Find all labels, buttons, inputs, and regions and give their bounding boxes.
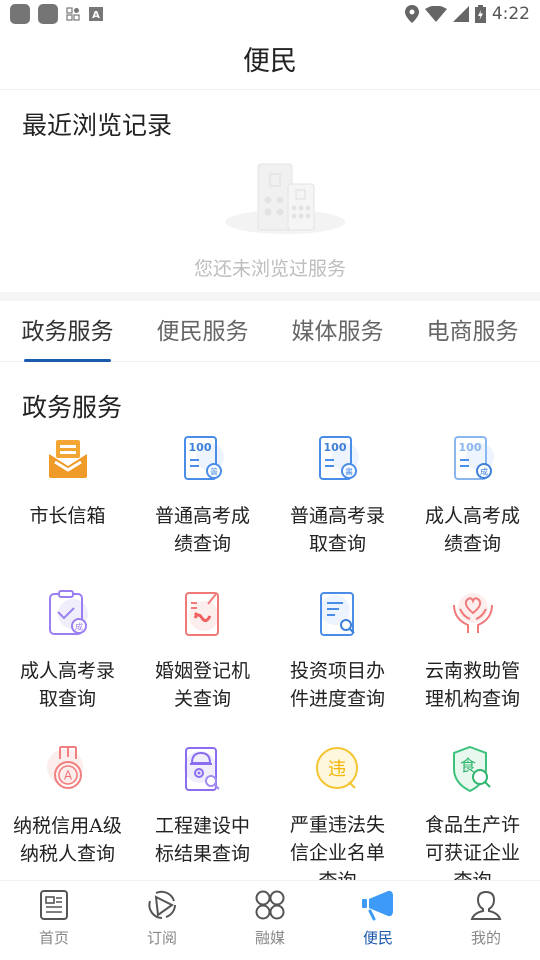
svg-text:100: 100	[323, 441, 346, 454]
svg-text:违: 违	[328, 759, 346, 780]
nav-convenience[interactable]: 便民	[324, 881, 432, 960]
service-item[interactable]: 100 書 普通高考录取查询	[270, 430, 405, 585]
service-grid: 市长信箱 100 普 普通高考成绩查询 100 書 普通高考录取查询 100 成 成人…	[0, 430, 540, 895]
page-title: 便民	[243, 46, 297, 77]
adult-exam-score-icon: 100 成	[448, 434, 498, 484]
service-item[interactable]: 成 成人高考录取查询	[0, 585, 135, 740]
subscribe-icon	[148, 890, 176, 919]
svg-text:100: 100	[188, 441, 211, 454]
notification-icon	[38, 4, 58, 24]
empty-buildings-illustration	[225, 163, 345, 234]
wifi-icon	[424, 6, 447, 22]
svg-text:成: 成	[75, 622, 83, 632]
service-item[interactable]: 食 食品生产许可获证企业查询	[405, 740, 540, 895]
nav-mine[interactable]: 我的	[432, 881, 540, 960]
service-item[interactable]: 投资项目办件进度查询	[270, 585, 405, 740]
service-item[interactable]: 100 成 成人高考成绩查询	[405, 430, 540, 585]
svg-text:100: 100	[458, 441, 481, 454]
service-item[interactable]: A 纳税信用A级纳税人查询	[0, 740, 135, 895]
section-title: 政务服务	[22, 393, 123, 422]
tab-convenience-services[interactable]: 便民服务	[135, 301, 270, 361]
nav-label: 我的	[470, 929, 501, 947]
location-icon	[404, 5, 419, 23]
helping-hands-heart-icon	[448, 589, 498, 639]
medal-a-icon: A	[43, 744, 93, 794]
keyboard-a-icon: A	[89, 7, 103, 21]
recent-title: 最近浏览记录	[22, 111, 173, 140]
nav-label: 融媒	[254, 929, 285, 947]
apps-icon	[66, 7, 80, 21]
battery-icon	[474, 5, 486, 23]
nav-label: 订阅	[146, 929, 177, 947]
clock: 4:22	[491, 4, 530, 24]
service-tabs: 政务服务 便民服务 媒体服务 电商服务	[0, 301, 540, 362]
construction-helmet-search-icon	[178, 744, 228, 794]
bottom-nav: 首页 订阅 融媒 便民 我的	[0, 880, 540, 960]
service-label: 普通高考成绩查询	[154, 505, 250, 555]
food-shield-search-icon: 食	[448, 744, 498, 793]
recent-browsing-section: 最近浏览记录 您还未浏览过服务	[0, 90, 540, 292]
marriage-registration-icon	[178, 589, 228, 639]
service-label: 市长信箱	[29, 505, 106, 527]
document-search-icon	[313, 589, 363, 639]
adult-exam-admission-icon: 成	[43, 589, 93, 639]
megaphone-icon	[362, 890, 393, 921]
nav-media[interactable]: 融媒	[216, 881, 324, 960]
service-label: 普通高考录取查询	[289, 505, 385, 555]
news-icon	[40, 890, 68, 920]
nav-home[interactable]: 首页	[0, 881, 108, 960]
notification-icon	[10, 4, 30, 24]
user-icon	[470, 890, 502, 920]
mailbox-icon	[43, 434, 93, 484]
grid-four-icon	[255, 890, 285, 920]
tab-media-services[interactable]: 媒体服务	[270, 301, 405, 361]
service-label: 工程建设中标结果查询	[154, 815, 250, 865]
service-label: 成人高考录取查询	[19, 660, 115, 710]
signal-icon	[452, 6, 469, 22]
service-item[interactable]: 市长信箱	[0, 430, 135, 585]
service-label: 投资项目办件进度查询	[289, 660, 385, 710]
service-item[interactable]: 100 普 普通高考成绩查询	[135, 430, 270, 585]
service-label: 纳税信用A级纳税人查询	[13, 815, 122, 865]
service-label: 婚姻登记机关查询	[154, 660, 250, 710]
service-item[interactable]: 婚姻登记机关查询	[135, 585, 270, 740]
nav-subscribe[interactable]: 订阅	[108, 881, 216, 960]
service-label: 成人高考成绩查询	[424, 505, 520, 555]
empty-state-text: 您还未浏览过服务	[193, 258, 346, 280]
svg-text:普: 普	[210, 467, 218, 477]
nav-label: 便民	[362, 929, 393, 947]
svg-text:書: 書	[345, 467, 353, 477]
exam-admission-icon: 100 書	[313, 434, 363, 484]
svg-text:A: A	[92, 10, 100, 21]
svg-text:成: 成	[480, 467, 488, 477]
section-divider	[0, 292, 540, 301]
nav-label: 首页	[38, 929, 69, 947]
service-item[interactable]: 云南救助管理机构查询	[405, 585, 540, 740]
status-bar: A 4:22	[0, 0, 540, 28]
title-bar: 便民	[0, 28, 540, 90]
violation-badge-icon: 违	[313, 744, 363, 793]
tab-ecommerce-services[interactable]: 电商服务	[405, 301, 540, 361]
service-item[interactable]: 工程建设中标结果查询	[135, 740, 270, 895]
service-item[interactable]: 违 严重违法失信企业名单查询	[270, 740, 405, 895]
tab-gov-services[interactable]: 政务服务	[0, 301, 135, 362]
svg-text:食: 食	[459, 756, 475, 775]
exam-score-icon: 100 普	[178, 434, 228, 484]
service-label: 云南救助管理机构查询	[424, 660, 520, 710]
svg-text:A: A	[63, 769, 72, 783]
